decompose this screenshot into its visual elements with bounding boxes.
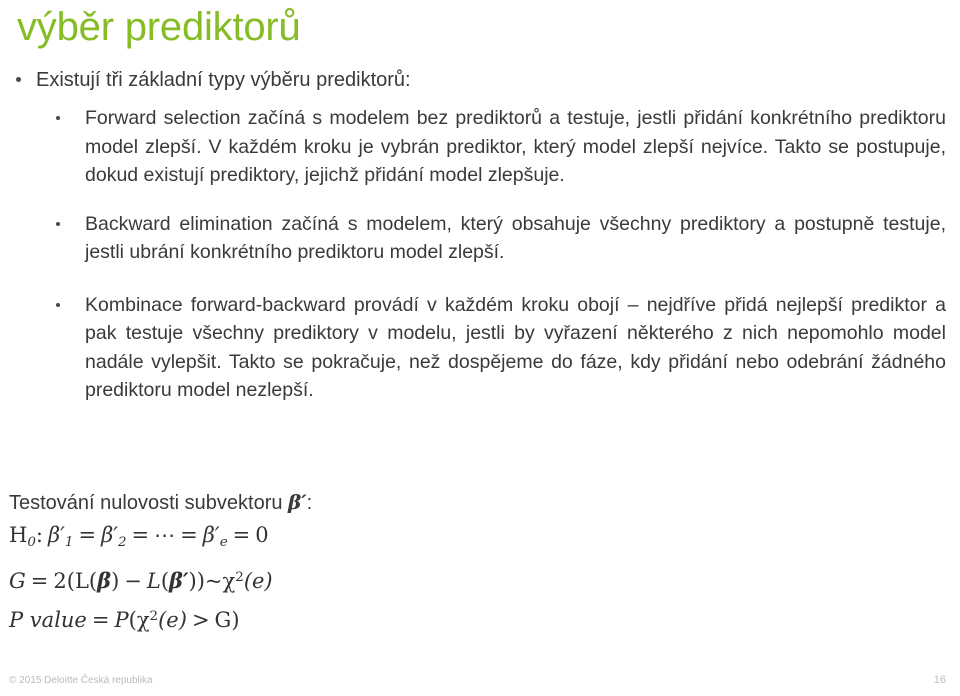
eq1-subscript-2: 2 xyxy=(117,534,127,550)
eq2-L-upright: L xyxy=(74,568,89,593)
eq2-chi: χ xyxy=(222,568,236,593)
bullet-level2-forward-selection: Forward selection začíná s modelem bez p… xyxy=(0,104,960,190)
eq2-minus: − xyxy=(124,568,142,593)
eq3-greater-than: > xyxy=(191,607,210,632)
eq3-chi: χ xyxy=(136,607,150,632)
equation-null-hypothesis: H0: β′1 = β′2 = ⋯ = β′e = 0 xyxy=(9,518,709,560)
bullet-dot-icon xyxy=(56,116,60,120)
eq1-h-subscript: 0 xyxy=(27,534,36,550)
eq1-equals-3: = xyxy=(180,523,198,547)
bullet-dot-icon xyxy=(56,221,60,226)
equation-p-value: P value = P(χ2(e) > G) xyxy=(9,599,709,638)
eq1-subscript-e: e xyxy=(219,534,228,550)
eq3-close-paren: ) xyxy=(231,607,240,632)
eq1-subscript-1: 1 xyxy=(64,534,74,550)
math-lead-prefix: Testování nulovosti subvektoru xyxy=(9,492,289,514)
eq1-equals-1: = xyxy=(78,523,97,547)
eq1-beta-e: β′ xyxy=(202,523,220,547)
bullet-level1-lead: Existují tři základní typy výběru predik… xyxy=(0,66,960,94)
slide-body: Existují tři základní typy výběru predik… xyxy=(0,66,960,405)
eq2-open-paren: ( xyxy=(88,568,98,593)
math-lead-symbol: β′ xyxy=(288,490,307,514)
bullet-level2-text: Kombinace forward-backward provádí v kaž… xyxy=(85,293,946,402)
math-section: Testování nulovosti subvektoru β′: H0: β′… xyxy=(9,487,709,638)
eq3-pvalue-label: P value xyxy=(9,607,87,632)
eq3-superscript-2: 2 xyxy=(149,608,159,624)
eq3-p: P xyxy=(114,607,129,632)
eq2-open-paren-2: ( xyxy=(160,568,170,593)
eq1-ellipsis: ⋯ xyxy=(154,523,176,547)
eq3-e-argument: (e) xyxy=(158,607,187,632)
eq1-beta-2: β′ xyxy=(101,523,118,547)
eq1-h: H xyxy=(9,523,28,547)
equation-likelihood-ratio: G = 2(L(β) − L(β′))~χ2(e) xyxy=(9,560,709,599)
eq1-equals-4: = xyxy=(232,523,251,547)
footer-page-number: 16 xyxy=(933,674,946,686)
bullet-level2-backward-elimination: Backward elimination začíná s modelem, k… xyxy=(0,210,960,267)
eq2-e-argument: (e) xyxy=(243,568,273,593)
eq3-equals: = xyxy=(91,607,110,632)
bullet-level1-text: Existují tři základní typy výběru predik… xyxy=(36,69,411,91)
eq3-g: G xyxy=(214,607,232,632)
eq1-colon: : xyxy=(35,523,43,547)
eq2-beta-prime: β′ xyxy=(169,567,189,593)
eq2-superscript-2: 2 xyxy=(235,569,244,585)
bullet-level2-text: Backward elimination začíná s modelem, k… xyxy=(85,212,946,264)
footer-copyright: © 2015 Deloitte Česká republika xyxy=(9,675,153,686)
eq2-L-italic: L xyxy=(146,568,161,593)
eq1-beta-1: β′ xyxy=(47,523,65,547)
eq2-beta: β xyxy=(97,567,112,593)
bullet-dot-icon xyxy=(56,302,60,307)
bullet-level2-forward-backward: Kombinace forward-backward provádí v kaž… xyxy=(0,291,960,405)
eq2-tilde: ~ xyxy=(204,568,223,593)
eq2-g: G xyxy=(9,568,26,593)
math-lead-line: Testování nulovosti subvektoru β′: xyxy=(9,487,709,518)
eq2-two-open: 2( xyxy=(53,568,75,593)
eq1-equals-2: = xyxy=(131,523,150,547)
page-title: výběr prediktorů xyxy=(17,5,301,49)
eq2-close-parens: )) xyxy=(188,568,205,593)
slide: výběr prediktorů Existují tři základní t… xyxy=(0,0,960,696)
bullet-level2-text: Forward selection začíná s modelem bez p… xyxy=(85,107,946,186)
eq1-zero: 0 xyxy=(255,523,269,547)
eq2-equals: = xyxy=(30,568,49,593)
eq3-open-paren: ( xyxy=(128,607,137,632)
eq2-close-paren: ) xyxy=(111,568,120,593)
math-lead-suffix: : xyxy=(306,492,313,514)
bullet-dot-icon xyxy=(16,77,21,82)
